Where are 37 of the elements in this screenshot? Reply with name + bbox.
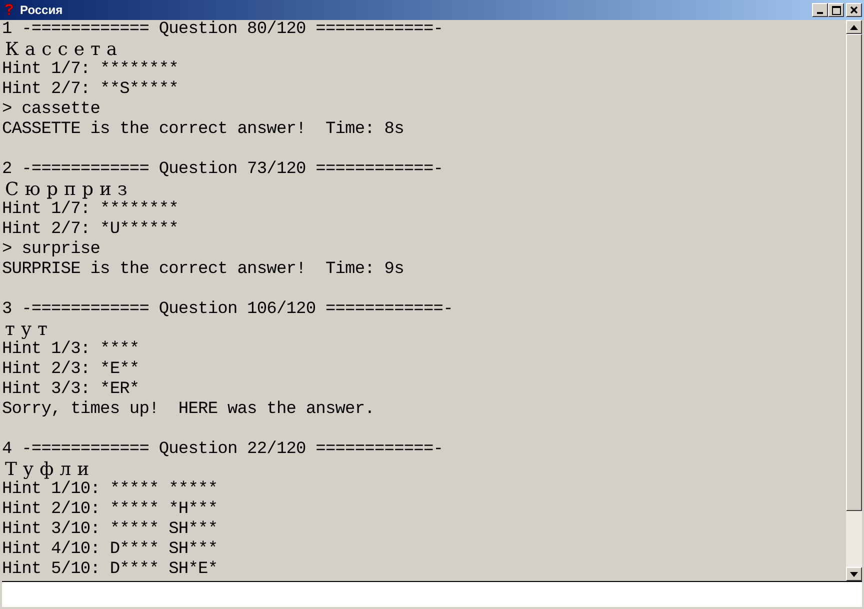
close-icon xyxy=(850,6,858,14)
console-line: Hint 1/10: ***** ***** xyxy=(2,480,218,500)
maximize-icon xyxy=(832,6,840,14)
input-field[interactable] xyxy=(2,581,862,607)
console-line: Hint 3/10: ***** SH*** xyxy=(2,520,218,540)
console-line: Hint 2/3: *E** xyxy=(2,360,140,380)
console-line: Hint 2/7: **S***** xyxy=(2,80,178,100)
console-line: Hint 2/10: ***** *H*** xyxy=(2,500,218,520)
scroll-up-button[interactable] xyxy=(846,20,862,34)
console-line: Hint 2/7: *U****** xyxy=(2,220,178,240)
question-header: 1 -============ Question 80/120 ============- xyxy=(2,20,444,40)
russian-word: Туфли xyxy=(4,460,96,480)
russian-word: тут xyxy=(4,320,54,340)
question-header: 3 -============ Question 106/120 ============- xyxy=(2,300,454,320)
console-line: Hint 3/3: *ER* xyxy=(2,380,140,400)
question-header: 4 -============ Question 22/120 ============- xyxy=(2,440,444,460)
close-button[interactable] xyxy=(846,3,862,17)
console-line: Sorry, times up! HERE was the answer. xyxy=(2,400,374,420)
console-line: Hint 1/3: **** xyxy=(2,340,140,360)
question-header: 2 -============ Question 73/120 ============- xyxy=(2,160,444,180)
window-title: Россия xyxy=(20,2,63,19)
console-line: Hint 4/10: D**** SH*** xyxy=(2,540,218,560)
console-line: CASSETTE is the correct answer! Time: 8s xyxy=(2,120,404,140)
scroll-down-button[interactable] xyxy=(846,567,862,581)
up-arrow-icon xyxy=(850,24,858,30)
russian-word: Сюрприз xyxy=(4,180,134,200)
maximize-button[interactable] xyxy=(828,3,844,17)
down-arrow-icon xyxy=(850,572,858,576)
console-line: Hint 1/7: ******** xyxy=(2,60,178,80)
app-icon xyxy=(2,3,16,17)
console-line: Hint 1/7: ******** xyxy=(2,200,178,220)
console-line: SURPRISE is the correct answer! Time: 9s xyxy=(2,260,404,280)
minimize-button[interactable] xyxy=(812,3,828,17)
russian-word: Кассета xyxy=(4,40,124,60)
console-line: Hint 5/10: D**** SH*E* xyxy=(2,560,218,580)
console-line: > cassette xyxy=(2,100,100,120)
console-line: > surprise xyxy=(2,240,100,260)
